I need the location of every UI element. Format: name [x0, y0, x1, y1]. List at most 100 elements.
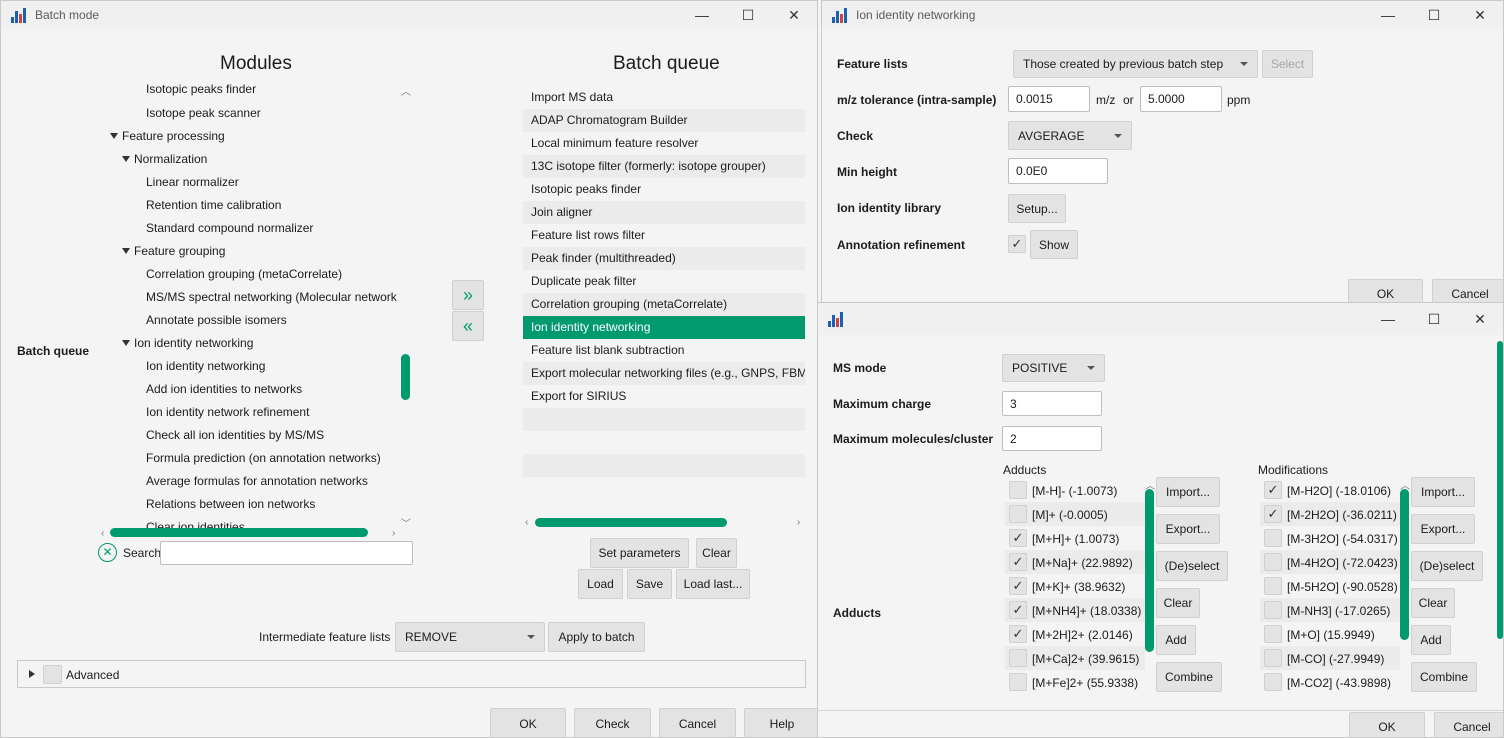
min-height-input[interactable]: 0.0E0 [1008, 158, 1108, 184]
maximize-icon[interactable]: ☐ [1411, 1, 1457, 29]
tree-item[interactable]: Correlation grouping (metaCorrelate) [146, 267, 342, 281]
load-last-button[interactable]: Load last... [676, 569, 750, 599]
modification-checkbox[interactable] [1264, 673, 1282, 691]
help-button[interactable]: Help [744, 708, 817, 737]
adduct-checkbox[interactable]: ✓ [1009, 553, 1027, 571]
cancel-button[interactable]: Cancel [1434, 712, 1503, 737]
queue-item[interactable]: Export for SIRIUS [523, 385, 805, 408]
list-item[interactable]: [M-CO] (-27.9949) [1260, 646, 1400, 670]
queue-item[interactable]: Local minimum feature resolver [523, 132, 805, 155]
adducts-scrollbar[interactable] [1145, 489, 1154, 652]
list-item[interactable]: [M+O] (15.9949) [1260, 622, 1400, 646]
search-clear-icon[interactable]: ✕ [98, 543, 117, 562]
import-modifications-button[interactable]: Import... [1411, 477, 1475, 507]
tree-item[interactable]: Isotope peak scanner [146, 106, 261, 120]
modification-checkbox[interactable] [1264, 649, 1282, 667]
close-icon[interactable]: ✕ [771, 1, 817, 29]
adduct-checkbox[interactable]: ✓ [1009, 601, 1027, 619]
max-charge-input[interactable]: 3 [1002, 391, 1102, 416]
adduct-checkbox[interactable] [1009, 673, 1027, 691]
expand-triangle-icon[interactable] [110, 133, 118, 139]
expand-triangle-icon[interactable] [122, 248, 130, 254]
queue-item[interactable]: Duplicate peak filter [523, 270, 805, 293]
list-item[interactable]: [M-4H2O] (-72.0423) [1260, 550, 1400, 574]
load-button[interactable]: Load [578, 569, 623, 599]
setup-button[interactable]: Setup... [1008, 194, 1066, 223]
scroll-right-icon[interactable]: › [392, 528, 395, 539]
minimize-icon[interactable]: — [1365, 303, 1411, 335]
adduct-checkbox[interactable]: ✓ [1009, 625, 1027, 643]
tree-item[interactable]: MS/MS spectral networking (Molecular net… [146, 290, 397, 304]
modification-checkbox[interactable]: ✓ [1264, 481, 1282, 499]
modification-checkbox[interactable] [1264, 577, 1282, 595]
expand-triangle-icon[interactable] [122, 156, 130, 162]
queue-item[interactable]: Feature list rows filter [523, 224, 805, 247]
scroll-down-icon[interactable]: ﹀ [401, 515, 411, 529]
tree-item[interactable]: Formula prediction (on annotation networ… [146, 451, 381, 465]
scroll-left-icon[interactable]: ‹ [101, 528, 104, 539]
combine-adducts-button[interactable]: Combine [1156, 662, 1222, 692]
queue-item[interactable]: Join aligner [523, 201, 805, 224]
show-button[interactable]: Show [1030, 230, 1078, 259]
list-item[interactable]: [M-H]- (-1.0073) [1005, 478, 1145, 502]
scroll-right-icon[interactable]: › [797, 517, 800, 528]
export-adducts-button[interactable]: Export... [1156, 514, 1220, 544]
list-item[interactable]: ✓ [M-H2O] (-18.0106) [1260, 478, 1400, 502]
list-item[interactable]: ✓ [M+K]+ (38.9632) [1005, 574, 1145, 598]
adduct-checkbox[interactable] [1009, 481, 1027, 499]
adduct-checkbox[interactable] [1009, 649, 1027, 667]
queue-item[interactable]: Export molecular networking files (e.g.,… [523, 362, 805, 385]
import-adducts-button[interactable]: Import... [1156, 477, 1220, 507]
modification-checkbox[interactable] [1264, 625, 1282, 643]
advanced-checkbox[interactable] [43, 665, 62, 684]
modification-checkbox[interactable] [1264, 601, 1282, 619]
remove-from-queue-button[interactable]: « [452, 311, 484, 341]
apply-to-batch-button[interactable]: Apply to batch [548, 622, 645, 652]
check-button[interactable]: Check [574, 708, 651, 737]
list-item[interactable]: ✓ [M+NH4]+ (18.0338) [1005, 598, 1145, 622]
list-item[interactable]: ✓ [M+H]+ (1.0073) [1005, 526, 1145, 550]
ms-mode-select[interactable]: POSITIVE [1002, 354, 1105, 382]
deselect-adducts-button[interactable]: (De)select [1156, 551, 1228, 581]
tree-item[interactable]: Feature processing [122, 129, 225, 143]
modification-checkbox[interactable]: ✓ [1264, 505, 1282, 523]
list-item[interactable]: ✓ [M+2H]2+ (2.0146) [1005, 622, 1145, 646]
add-to-queue-button[interactable]: » [452, 280, 484, 310]
tree-item[interactable]: Feature grouping [134, 244, 225, 258]
deselect-modifications-button[interactable]: (De)select [1411, 551, 1483, 581]
queue-item[interactable]: ADAP Chromatogram Builder [523, 109, 805, 132]
queue-item[interactable]: Isotopic peaks finder [523, 178, 805, 201]
clear-modifications-button[interactable]: Clear [1411, 588, 1455, 618]
list-item[interactable]: [M+Ca]2+ (39.9615) [1005, 646, 1145, 670]
scroll-left-icon[interactable]: ‹ [525, 517, 528, 528]
tree-item[interactable]: Ion identity networking [134, 336, 253, 350]
tree-item[interactable]: Add ion identities to networks [146, 382, 302, 396]
mz-tolerance-input[interactable]: 0.0015 [1008, 86, 1090, 112]
select-button[interactable]: Select [1262, 50, 1313, 78]
tree-item[interactable]: Relations between ion networks [146, 497, 315, 511]
annotation-refinement-checkbox[interactable]: ✓ [1008, 235, 1026, 253]
advanced-section[interactable]: Advanced [17, 660, 806, 688]
adduct-checkbox[interactable] [1009, 505, 1027, 523]
list-item[interactable]: [M-5H2O] (-90.0528) [1260, 574, 1400, 598]
minimize-icon[interactable]: — [679, 1, 725, 29]
cancel-button[interactable]: Cancel [659, 708, 736, 737]
tree-vertical-scrollbar[interactable] [401, 354, 410, 400]
tree-item[interactable]: Annotate possible isomers [146, 313, 287, 327]
check-select[interactable]: AVGERAGE [1008, 121, 1132, 150]
add-modification-button[interactable]: Add [1411, 625, 1451, 655]
expand-right-icon[interactable] [29, 670, 35, 678]
adduct-checkbox[interactable]: ✓ [1009, 529, 1027, 547]
list-item[interactable]: [M-3H2O] (-54.0317) [1260, 526, 1400, 550]
clear-queue-button[interactable]: Clear [696, 538, 737, 568]
tree-item[interactable]: Average formulas for annotation networks [146, 474, 368, 488]
list-item[interactable]: [M+Fe]2+ (55.9338) [1005, 670, 1145, 694]
scroll-up-icon[interactable]: ︿ [401, 83, 411, 98]
ok-button[interactable]: OK [1349, 712, 1425, 737]
module-tree[interactable]: Isotopic peaks finder Isotope peak scann… [99, 81, 413, 529]
search-input[interactable] [160, 541, 413, 565]
tree-item[interactable]: Retention time calibration [146, 198, 281, 212]
queue-horizontal-scrollbar[interactable] [535, 518, 727, 527]
tree-item[interactable]: Isotopic peaks finder [146, 82, 256, 96]
modifications-scrollbar[interactable] [1400, 489, 1409, 640]
